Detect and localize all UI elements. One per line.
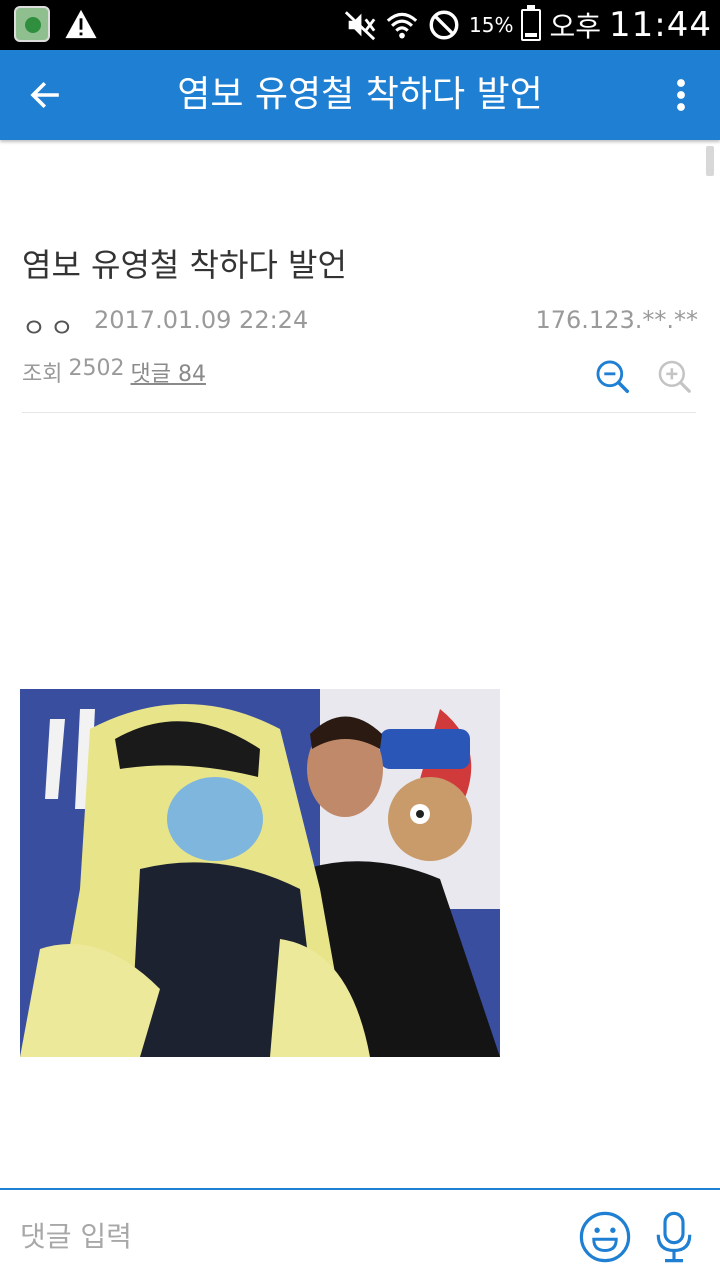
- post-title: 염보 유영철 착하다 발언: [22, 246, 347, 284]
- warning-icon: [65, 9, 97, 39]
- do-not-disturb-icon: [429, 10, 459, 40]
- post-ip: 176.123.**.**: [535, 306, 698, 334]
- zoom-in-icon[interactable]: [656, 358, 694, 396]
- notification-icons: [14, 6, 98, 42]
- clock-time: 11:44: [609, 5, 712, 45]
- microphone-icon[interactable]: [652, 1210, 696, 1264]
- post-author[interactable]: ㅇㅇ: [22, 308, 78, 345]
- post-stats: 조회 2502 댓글 84: [22, 356, 206, 388]
- system-status: 15% 오후 11:44: [343, 0, 712, 50]
- zoom-out-icon[interactable]: [594, 358, 632, 396]
- arrow-left-icon: [30, 81, 59, 109]
- emoji-icon[interactable]: [578, 1210, 632, 1264]
- battery-level: [525, 32, 538, 37]
- back-button[interactable]: [20, 70, 70, 120]
- comments-link[interactable]: 댓글 84: [130, 356, 205, 388]
- scrollbar[interactable]: [706, 146, 714, 176]
- comment-bar: [0, 1188, 720, 1280]
- mute-icon: [344, 11, 376, 41]
- comments-count: 84: [177, 362, 206, 387]
- clock-ampm: 오후: [549, 10, 602, 43]
- views-count: 2502: [68, 356, 125, 381]
- post-date: 2017.01.09 22:24: [94, 306, 309, 334]
- comments-label: 댓글: [130, 362, 171, 387]
- app-notification-icon: [14, 6, 50, 42]
- views-label: 조회: [22, 362, 63, 387]
- app-bar: 염보 유영철 착하다 발언: [0, 50, 720, 140]
- status-bar: 15% 오후 11:44: [0, 0, 720, 50]
- post-photo[interactable]: [20, 689, 500, 1057]
- header-divider: [22, 412, 696, 413]
- battery-icon: [521, 5, 542, 41]
- battery-percent: 15%: [469, 13, 514, 37]
- comment-input[interactable]: [20, 1208, 540, 1264]
- more-vert-icon: [677, 79, 685, 111]
- app-bar-title: 염보 유영철 착하다 발언: [177, 74, 543, 115]
- more-options-button[interactable]: [656, 70, 706, 120]
- wifi-icon: [386, 12, 418, 39]
